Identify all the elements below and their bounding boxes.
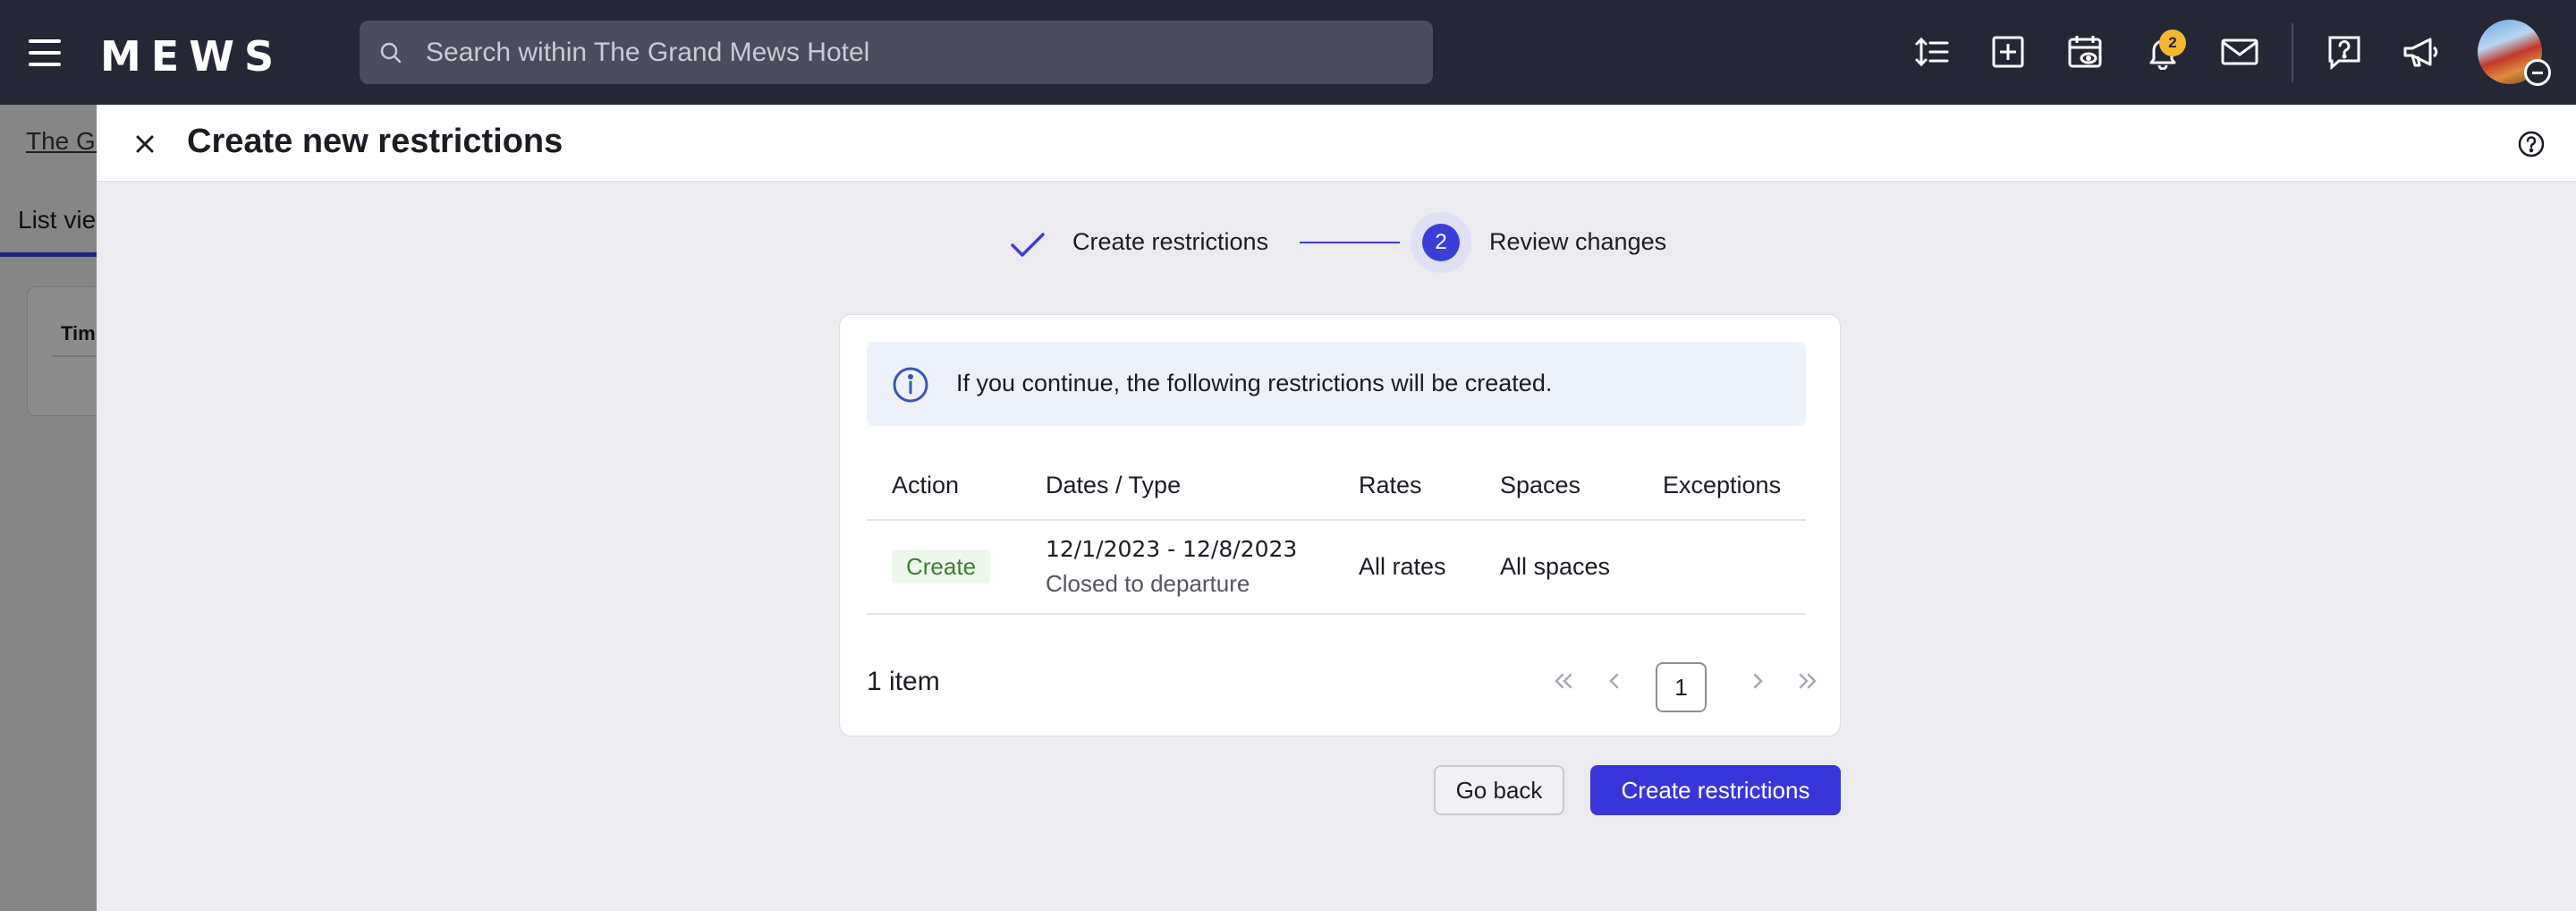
create-restrictions-drawer: Create new restrictions Create restricti… [97,105,2576,911]
info-message: If you continue, the following restricti… [956,370,1553,396]
help-button[interactable] [2515,128,2547,160]
search-icon [380,42,402,64]
spaces-cell: All spaces [1500,553,1611,580]
column-header-dates-type: Dates / Type [1046,472,1182,498]
info-icon [893,367,928,403]
step-create-restrictions: Create restrictions [1072,228,1269,255]
megaphone-icon[interactable] [2400,30,2443,73]
search-bar[interactable] [360,21,1433,84]
status-icon [2524,59,2551,86]
item-count: 1 item [867,667,940,696]
create-restrictions-button[interactable]: Create restrictions [1590,765,1841,815]
review-card: If you continue, the following restricti… [839,314,1841,736]
step-review-changes: Review changes [1489,228,1667,255]
first-page-icon[interactable] [1544,661,1583,701]
mews-logo[interactable]: MEWS [100,32,284,81]
top-bar: MEWS 2 [0,0,2576,105]
close-button[interactable] [129,128,161,160]
check-icon [1011,233,1045,257]
step-number: 2 [1422,224,1460,261]
menu-icon[interactable] [29,39,61,66]
date-range: 12/1/2023 - 12/8/2023 [1046,536,1298,562]
mail-icon[interactable] [2218,30,2261,73]
last-page-icon[interactable] [1788,661,1827,701]
column-header-spaces: Spaces [1500,472,1581,498]
previous-page-icon[interactable] [1595,661,1634,701]
sort-icon[interactable] [1911,30,1953,73]
close-icon [136,135,154,153]
current-page-button[interactable]: 1 [1656,662,1707,712]
drawer-header: Create new restrictions [97,105,2576,182]
action-badge: Create [892,549,991,583]
help-chat-icon[interactable] [2323,30,2366,73]
search-input[interactable] [426,21,1410,84]
go-back-button[interactable]: Go back [1434,765,1564,815]
modal-backdrop[interactable] [0,105,98,911]
column-header-action: Action [892,472,960,498]
calendar-view-icon[interactable] [2063,30,2106,73]
notification-badge: 2 [2159,30,2186,56]
table-header-divider [867,519,1806,521]
help-circle-icon [2518,131,2545,158]
add-box-icon[interactable] [1987,30,2029,73]
column-header-rates: Rates [1359,472,1422,498]
next-page-icon[interactable] [1738,661,1777,701]
column-header-exceptions: Exceptions [1663,472,1782,498]
table-row-divider [867,613,1806,615]
rates-cell: All rates [1359,553,1446,580]
topbar-divider [2292,23,2293,82]
restriction-type: Closed to departure [1046,570,1250,597]
stepper-connector [1300,242,1400,243]
page-title: Create new restrictions [187,123,564,160]
info-banner: If you continue, the following restricti… [867,342,1806,426]
